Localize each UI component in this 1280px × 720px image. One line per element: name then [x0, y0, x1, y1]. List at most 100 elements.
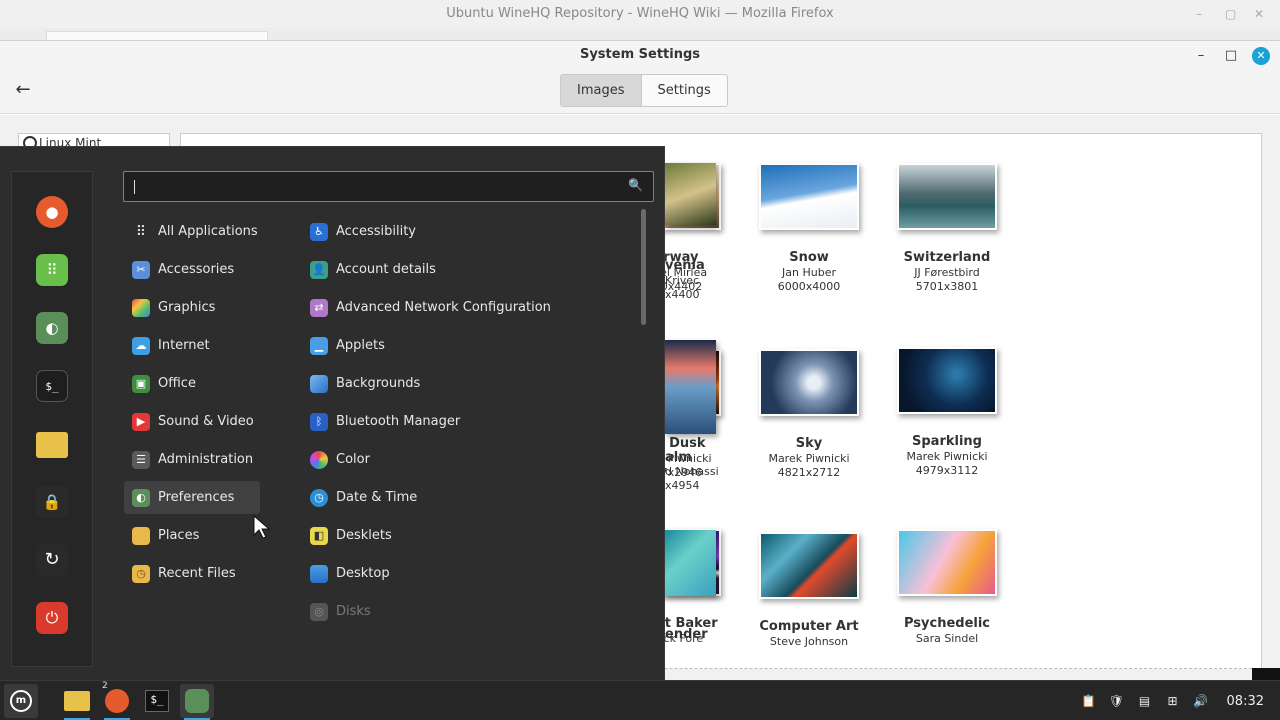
- category-preferences[interactable]: ◐ Preferences: [124, 481, 260, 514]
- app-bluetooth-manager[interactable]: ᛒ Bluetooth Manager: [302, 405, 632, 438]
- wallpaper-tile[interactable]: Psychedelic Sara Sindel: [867, 529, 1027, 646]
- minimize-icon[interactable]: –: [1196, 0, 1202, 28]
- administration-icon: ☰: [132, 451, 150, 469]
- category-label: Sound & Video: [158, 414, 254, 429]
- menu-button[interactable]: m: [4, 684, 38, 718]
- wallpaper-size: x4400: [665, 288, 700, 301]
- terminal-launcher[interactable]: $_: [140, 684, 174, 718]
- lock-icon[interactable]: 🔒: [36, 486, 68, 518]
- category-label: Accessories: [158, 262, 235, 277]
- folder-icon: [132, 527, 150, 545]
- terminal-icon: $_: [145, 690, 169, 712]
- logout-icon[interactable]: ↻: [36, 544, 68, 576]
- app-advanced-network-configuration[interactable]: ⇄ Advanced Network Configuration: [302, 291, 632, 324]
- network-icon[interactable]: ⊞: [1165, 694, 1181, 708]
- app-account-details[interactable]: 👤 Account details: [302, 253, 632, 286]
- wallpaper-name: Sparkling: [912, 434, 982, 449]
- wallpaper-size: 4979x3112: [915, 464, 979, 477]
- back-arrow-icon[interactable]: ←: [12, 79, 34, 101]
- files-launcher[interactable]: [60, 684, 94, 720]
- maximize-icon[interactable]: □: [1222, 47, 1240, 65]
- shield-icon[interactable]: 🛡: [1109, 694, 1125, 708]
- system-settings-icon[interactable]: ◐: [36, 312, 68, 344]
- app-applets[interactable]: ▁ Applets: [302, 329, 632, 362]
- user-icon: 👤: [310, 261, 328, 279]
- software-manager-icon[interactable]: ⠿: [36, 254, 68, 286]
- app-desklets[interactable]: ◧ Desklets: [302, 519, 632, 552]
- firefox-title-bar: Ubuntu WineHQ Repository - WineHQ Wiki —…: [0, 0, 1280, 30]
- category-recent-files[interactable]: ◷ Recent Files: [124, 557, 260, 590]
- wallpaper-tile[interactable]: Switzerland JJ Førestbird 5701x3801: [867, 163, 1027, 294]
- close-button[interactable]: ✕: [1252, 47, 1270, 65]
- category-places[interactable]: Places: [124, 519, 260, 552]
- mint-logo-icon: m: [10, 690, 32, 712]
- app-label: Date & Time: [336, 490, 418, 505]
- app-label: Color: [336, 452, 370, 467]
- terminal-icon[interactable]: $_: [36, 370, 68, 402]
- app-disks[interactable]: ◎ Disks: [302, 595, 632, 628]
- wallpaper-thumbnail: [897, 347, 997, 414]
- firefox-window-title: Ubuntu WineHQ Repository - WineHQ Wiki —…: [446, 6, 834, 21]
- firefox-launcher[interactable]: 2: [100, 681, 134, 720]
- category-sound-video[interactable]: ▶ Sound & Video: [124, 405, 260, 438]
- system-settings-launcher[interactable]: [180, 684, 214, 720]
- wallpaper-thumbnail: [759, 532, 859, 599]
- wallpaper-tile[interactable]: Sky Marek Piwnicki 4821x2712: [729, 349, 889, 480]
- wallpaper-author: d Nohassi: [665, 465, 719, 478]
- menu-scrollbar[interactable]: [641, 209, 646, 325]
- firefox-icon[interactable]: ●: [36, 196, 68, 228]
- app-accessibility[interactable]: ♿ Accessibility: [302, 215, 632, 248]
- clipboard-icon[interactable]: 📋: [1081, 694, 1097, 708]
- tab-settings[interactable]: Settings: [642, 75, 727, 106]
- settings-header-bar: System Settings ← – □ ✕ Images Settings: [0, 41, 1280, 114]
- category-all-applications[interactable]: ⠿ All Applications: [124, 215, 260, 248]
- files-icon[interactable]: [36, 432, 68, 458]
- app-label: Applets: [336, 338, 385, 353]
- close-icon[interactable]: ✕: [1254, 0, 1264, 28]
- wallpaper-size: 5701x3801: [915, 280, 979, 293]
- wallpaper-author: Marek Piwnicki: [768, 452, 850, 465]
- category-graphics[interactable]: Graphics: [124, 291, 260, 324]
- clock[interactable]: 08:32: [1227, 694, 1264, 709]
- wallpaper-thumbnail: [897, 163, 997, 230]
- wallpaper-thumbnail[interactable]: [665, 163, 716, 225]
- category-accessories[interactable]: ✂ Accessories: [124, 253, 260, 286]
- wallpaper-tile[interactable]: Sparkling Marek Piwnicki 4979x3112: [867, 347, 1027, 478]
- wallpaper-name: Snow: [789, 250, 829, 265]
- settings-window-title: System Settings: [579, 47, 701, 62]
- category-label: Internet: [158, 338, 210, 353]
- app-backgrounds[interactable]: Backgrounds: [302, 367, 632, 400]
- firefox-icon: [105, 689, 129, 713]
- wallpaper-thumbnail[interactable]: [665, 530, 716, 596]
- wallpaper-author: Krivec: [665, 274, 700, 287]
- maximize-icon[interactable]: ▢: [1225, 0, 1236, 28]
- category-internet[interactable]: ☁ Internet: [124, 329, 260, 362]
- app-label: Backgrounds: [336, 376, 421, 391]
- app-date-time[interactable]: ◷ Date & Time: [302, 481, 632, 514]
- tab-images[interactable]: Images: [561, 75, 642, 106]
- preferences-icon: ◐: [132, 489, 150, 507]
- notes-icon[interactable]: ▤: [1137, 694, 1153, 708]
- app-label: Desktop: [336, 566, 390, 581]
- category-administration[interactable]: ☰ Administration: [124, 443, 260, 476]
- wallpaper-name: Sky: [795, 436, 823, 451]
- desklets-icon: ◧: [310, 527, 328, 545]
- wallpaper-tile[interactable]: Computer Art Steve Johnson: [729, 532, 889, 649]
- bottom-panel: m 2 $_ 📋 🛡 ▤ ⊞ 🔊 08:32: [0, 680, 1280, 720]
- category-label: Preferences: [158, 490, 235, 505]
- app-color[interactable]: Color: [302, 443, 632, 476]
- desktop-icon: [310, 565, 328, 583]
- minimize-icon[interactable]: –: [1192, 47, 1210, 65]
- category-office[interactable]: ▣ Office: [124, 367, 260, 400]
- favorites-sidebar: ● ⠿ ◐ $_ 🔒 ↻ ⏻: [11, 171, 93, 667]
- volume-icon[interactable]: 🔊: [1193, 694, 1209, 708]
- app-desktop[interactable]: Desktop: [302, 557, 632, 590]
- category-label: Recent Files: [158, 566, 236, 581]
- play-icon: ▶: [132, 413, 150, 431]
- category-label: Office: [158, 376, 196, 391]
- wallpaper-size: x4954: [665, 479, 700, 492]
- power-icon[interactable]: ⏻: [36, 602, 68, 634]
- search-input[interactable]: 🔍: [123, 171, 654, 202]
- wallpaper-tile[interactable]: Snow Jan Huber 6000x4000: [729, 163, 889, 294]
- wallpaper-thumbnail[interactable]: [665, 340, 716, 434]
